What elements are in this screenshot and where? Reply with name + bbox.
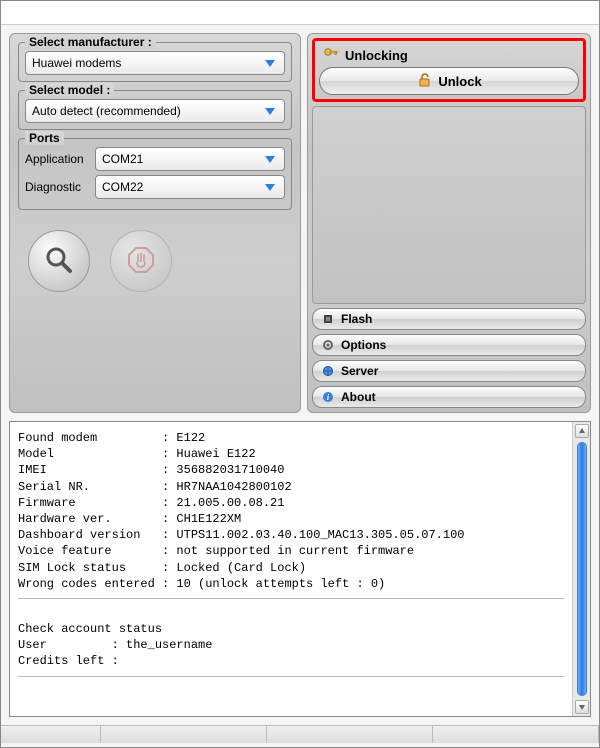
magnifier-icon: [43, 244, 75, 279]
about-tab[interactable]: i About: [312, 386, 586, 408]
manufacturer-select[interactable]: Huawei modems: [25, 51, 285, 75]
scroll-thumb[interactable]: [577, 442, 587, 696]
gear-icon: [321, 338, 335, 352]
status-cell: [1, 726, 101, 743]
scroll-down-arrow[interactable]: [575, 700, 589, 714]
log-area: Found modem : E122 Model : Huawei E122 I…: [9, 421, 591, 717]
manufacturer-group: Select manufacturer : Huawei modems: [18, 42, 292, 82]
chevron-down-icon: [262, 151, 278, 167]
unlocking-panel: Unlocking Unlock: [312, 38, 586, 102]
info-icon: i: [321, 390, 335, 404]
unlock-button-label: Unlock: [438, 74, 481, 89]
diagnostic-port-label: Diagnostic: [25, 180, 89, 194]
status-cell: [433, 726, 599, 743]
status-cell: [101, 726, 267, 743]
manufacturer-label: Select manufacturer :: [25, 35, 156, 49]
key-icon: [323, 47, 339, 63]
status-cell: [267, 726, 433, 743]
options-label: Options: [341, 338, 386, 352]
server-label: Server: [341, 364, 378, 378]
chevron-down-icon: [262, 55, 278, 71]
about-label: About: [341, 390, 376, 404]
server-tab[interactable]: Server: [312, 360, 586, 382]
unlock-button[interactable]: Unlock: [319, 67, 579, 95]
model-value: Auto detect (recommended): [32, 104, 181, 118]
scroll-up-arrow[interactable]: [575, 424, 589, 438]
model-select[interactable]: Auto detect (recommended): [25, 99, 285, 123]
diagnostic-port-value: COM22: [102, 180, 143, 194]
model-group: Select model : Auto detect (recommended): [18, 90, 292, 130]
model-label: Select model :: [25, 83, 114, 97]
diagnostic-port-select[interactable]: COM22: [95, 175, 285, 199]
stop-hand-icon: [126, 245, 156, 278]
status-bar: [1, 725, 599, 743]
ports-label: Ports: [25, 131, 64, 145]
unlock-icon: [416, 72, 432, 91]
stop-button: [110, 230, 172, 292]
options-tab[interactable]: Options: [312, 334, 586, 356]
log-text[interactable]: Found modem : E122 Model : Huawei E122 I…: [10, 422, 572, 716]
search-button[interactable]: [28, 230, 90, 292]
unlocking-title: Unlocking: [345, 48, 408, 63]
scrollbar[interactable]: [572, 422, 590, 716]
chevron-down-icon: [262, 179, 278, 195]
manufacturer-value: Huawei modems: [32, 56, 121, 70]
ports-group: Ports Application COM21 Diagnostic COM22: [18, 138, 292, 210]
unlocking-header: Unlocking: [319, 45, 579, 67]
right-panel: Unlocking Unlock Flash: [307, 33, 591, 413]
application-port-label: Application: [25, 152, 89, 166]
globe-icon: [321, 364, 335, 378]
action-buttons: [28, 230, 292, 292]
application-port-value: COM21: [102, 152, 143, 166]
flash-label: Flash: [341, 312, 372, 326]
chip-icon: [321, 312, 335, 326]
main-area: Select manufacturer : Huawei modems Sele…: [1, 25, 599, 421]
chevron-down-icon: [262, 103, 278, 119]
menu-bar: [1, 1, 599, 25]
content-area: [312, 106, 586, 304]
application-port-select[interactable]: COM21: [95, 147, 285, 171]
flash-tab[interactable]: Flash: [312, 308, 586, 330]
left-panel: Select manufacturer : Huawei modems Sele…: [9, 33, 301, 413]
